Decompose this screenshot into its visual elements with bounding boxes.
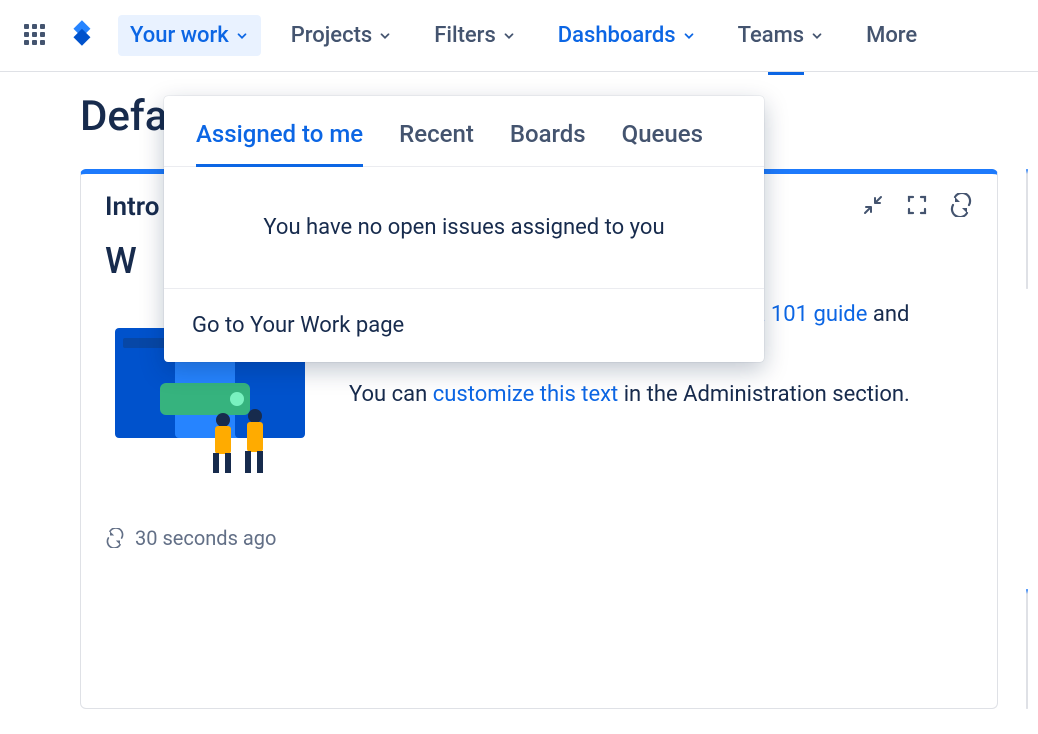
your-work-dropdown: Assigned to me Recent Boards Queues You …: [164, 96, 764, 362]
nav-teams-label: Teams: [738, 23, 805, 48]
chevron-down-icon: [502, 29, 516, 43]
chevron-down-icon: [378, 29, 392, 43]
tab-recent[interactable]: Recent: [399, 120, 474, 166]
gadget-actions: [861, 193, 973, 221]
nav-more[interactable]: More: [854, 15, 929, 56]
nav-your-work[interactable]: Your work: [118, 15, 261, 56]
gadget-footer: 30 seconds ago: [81, 506, 997, 570]
minimize-icon[interactable]: [861, 193, 885, 221]
nav-active-indicator: [768, 72, 804, 75]
nav-teams[interactable]: Teams: [726, 15, 837, 56]
side-gadget-1: [1026, 169, 1028, 289]
nav-dashboards[interactable]: Dashboards: [546, 15, 708, 56]
nav-filters-label: Filters: [434, 23, 496, 48]
dropdown-empty-message: You have no open issues assigned to you: [164, 167, 764, 288]
jira-logo-icon[interactable]: [66, 17, 100, 55]
nav-dashboards-label: Dashboards: [558, 23, 676, 48]
chevron-down-icon: [810, 29, 824, 43]
chevron-down-icon: [235, 29, 249, 43]
maximize-icon[interactable]: [905, 193, 929, 221]
side-gadget-2: [1026, 589, 1028, 709]
nav-your-work-label: Your work: [130, 23, 229, 48]
nav-filters[interactable]: Filters: [422, 15, 528, 56]
refresh-small-icon: [105, 528, 125, 548]
tab-assigned-to-me[interactable]: Assigned to me: [196, 120, 363, 166]
nav-projects[interactable]: Projects: [279, 15, 404, 56]
gadget-title: Intro: [105, 192, 159, 222]
app-switcher-icon[interactable]: [24, 24, 48, 48]
go-to-your-work-link[interactable]: Go to Your Work page: [164, 288, 764, 362]
dropdown-tabs: Assigned to me Recent Boards Queues: [164, 96, 764, 167]
chevron-down-icon: [682, 29, 696, 43]
tab-queues[interactable]: Queues: [622, 120, 703, 166]
nav-projects-label: Projects: [291, 23, 372, 48]
nav-more-label: More: [866, 23, 917, 48]
top-nav: Your work Projects Filters Dashboards Te…: [0, 0, 1038, 72]
tab-boards[interactable]: Boards: [510, 120, 586, 166]
refresh-timestamp: 30 seconds ago: [135, 526, 276, 550]
refresh-icon[interactable]: [949, 193, 973, 221]
customize-text-link[interactable]: customize this text: [433, 382, 619, 407]
